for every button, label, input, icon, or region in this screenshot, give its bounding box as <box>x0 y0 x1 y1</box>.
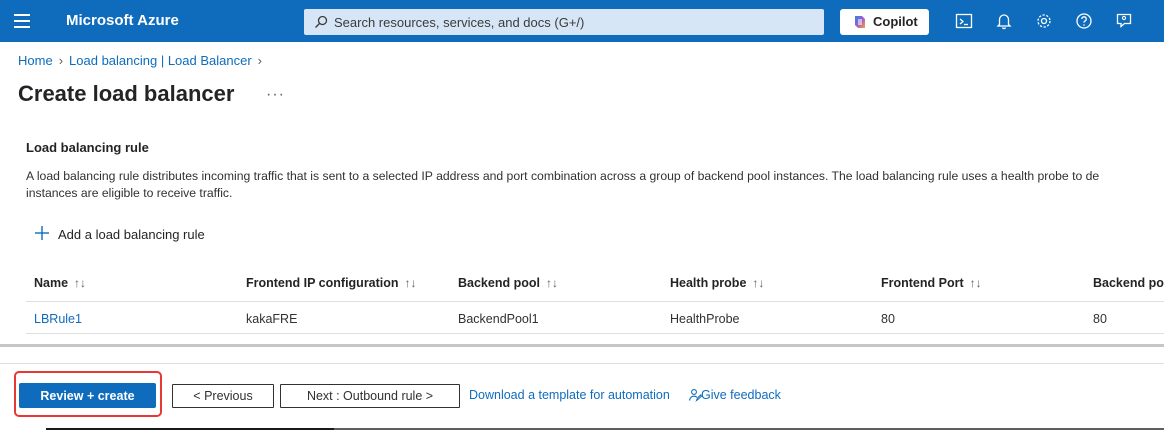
search-input[interactable] <box>334 11 814 33</box>
cell-backend-port: 80 <box>1093 312 1107 326</box>
sort-icon: ↑↓ <box>969 276 982 290</box>
menu-icon[interactable] <box>14 14 30 28</box>
column-header-health-probe[interactable]: Health probe ↑↓ <box>670 276 764 290</box>
review-create-button[interactable]: Review + create <box>19 383 156 408</box>
description-line: A load balancing rule distributes incomi… <box>26 169 1100 183</box>
horizontal-scrollbar[interactable] <box>0 344 1164 347</box>
column-header-backend-pool[interactable]: Backend pool ↑↓ <box>458 276 558 290</box>
sort-icon: ↑↓ <box>404 276 417 290</box>
feedback-person-icon[interactable] <box>688 388 702 402</box>
page-title: Create load balancer <box>18 81 235 106</box>
search-icon <box>315 15 328 28</box>
column-header-frontend-port[interactable]: Frontend Port ↑↓ <box>881 276 982 290</box>
cell-backend-pool: BackendPool1 <box>458 312 539 326</box>
copilot-icon <box>855 16 865 28</box>
cell-health-probe: HealthProbe <box>670 312 740 326</box>
notifications-icon[interactable] <box>995 12 1013 30</box>
previous-button[interactable]: < Previous <box>172 384 274 408</box>
cell-frontend-ip: kakaFRE <box>246 312 298 326</box>
column-header-backend-port[interactable]: Backend por <box>1093 276 1164 290</box>
chevron-right-icon: › <box>257 53 263 68</box>
top-bar: Microsoft Azure Copilot <box>0 0 1164 42</box>
section-description: A load balancing rule distributes incomi… <box>26 168 1164 202</box>
description-line: instances are eligible to receive traffi… <box>26 186 233 200</box>
bottom-edge <box>0 426 1164 430</box>
breadcrumb: Home › Load balancing | Load Balancer › <box>18 53 268 68</box>
add-rule-label: Add a load balancing rule <box>58 227 205 242</box>
table-row: LBRule1 kakaFRE BackendPool1 HealthProbe… <box>26 302 1164 334</box>
give-feedback-link[interactable]: Give feedback <box>701 388 781 402</box>
cloud-shell-icon[interactable] <box>955 12 973 30</box>
sort-icon: ↑↓ <box>752 276 765 290</box>
brand-title[interactable]: Microsoft Azure <box>66 12 179 29</box>
copilot-label: Copilot <box>873 14 918 29</box>
sort-icon: ↑↓ <box>74 276 87 290</box>
column-header-frontend-ip[interactable]: Frontend IP configuration ↑↓ <box>246 276 417 290</box>
download-template-link[interactable]: Download a template for automation <box>469 388 670 402</box>
more-options-icon[interactable]: ··· <box>266 86 285 104</box>
section-title: Load balancing rule <box>26 140 149 155</box>
global-search[interactable] <box>304 9 824 35</box>
table-header: Name ↑↓ Frontend IP configuration ↑↓ Backe… <box>26 266 1164 302</box>
feedback-icon[interactable] <box>1115 12 1133 30</box>
rule-name-link[interactable]: LBRule1 <box>34 312 82 326</box>
next-outbound-rule-button[interactable]: Next : Outbound rule > <box>280 384 460 408</box>
settings-icon[interactable] <box>1035 12 1053 30</box>
plus-icon <box>35 226 49 240</box>
breadcrumb-home[interactable]: Home <box>18 53 53 68</box>
copilot-button[interactable]: Copilot <box>840 9 929 35</box>
breadcrumb-load-balancing[interactable]: Load balancing | Load Balancer <box>69 53 252 68</box>
chevron-right-icon: › <box>58 53 64 68</box>
sort-icon: ↑↓ <box>545 276 558 290</box>
help-icon[interactable] <box>1075 12 1093 30</box>
cell-frontend-port: 80 <box>881 312 895 326</box>
footer-divider <box>0 363 1164 364</box>
column-header-name[interactable]: Name ↑↓ <box>34 276 86 290</box>
